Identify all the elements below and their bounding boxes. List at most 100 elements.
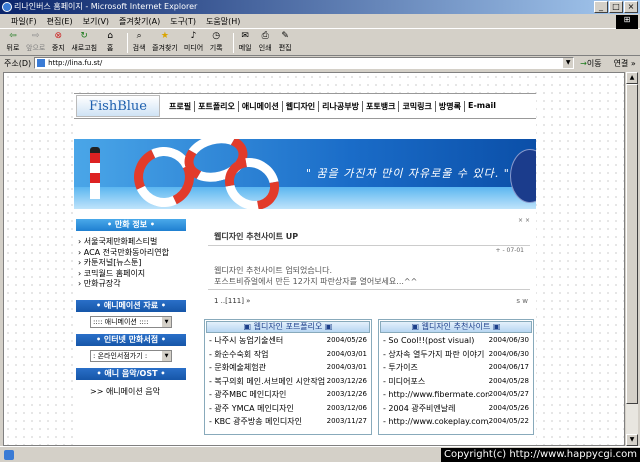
- search-icon: ⌕: [136, 31, 142, 41]
- forward-button[interactable]: ⇨ 앞으로: [26, 30, 45, 53]
- bookstore-title: • 인터넷 만화서점 •: [76, 333, 186, 346]
- favorites-icon: ★: [160, 31, 169, 41]
- nav-portfolio[interactable]: 포트폴리오: [195, 100, 239, 112]
- address-dropdown-button[interactable]: ▼: [563, 58, 574, 68]
- nav-comiclink[interactable]: 코믹링크: [399, 100, 436, 112]
- nav-photobank[interactable]: 포토뱅크: [363, 100, 400, 112]
- maximize-button[interactable]: □: [609, 1, 623, 13]
- home-button[interactable]: ⌂ 홈: [103, 30, 117, 53]
- post-close-controls[interactable]: × ×: [518, 217, 530, 224]
- list-item[interactable]: - 상자속 열두가지 파란 이야기 2004/06/30: [379, 348, 533, 362]
- menu-favorites[interactable]: 즐겨찾기(A): [114, 16, 165, 27]
- page-icon: [37, 59, 46, 67]
- post-title[interactable]: 웹디자인 추천사이트 UP: [214, 231, 298, 242]
- edit-button[interactable]: ✎ 편집: [278, 30, 292, 53]
- refresh-button[interactable]: ↻ 새로고침: [71, 30, 97, 53]
- address-url: http://lina.fu.st/: [48, 59, 103, 67]
- list-item[interactable]: - 복구의회 메인.서브메인 시안작업 2003/12/26: [205, 375, 371, 389]
- banner-slogan: " 꿈을 가진자 만이 자유로울 수 있다. ": [306, 167, 510, 180]
- comic-info-title: • 만화 정보 •: [76, 219, 186, 231]
- left-sidebar: • 만화 정보 • › 서울국제만화페스티벌 › ACA 전국만화동아리연합 ›…: [76, 219, 186, 400]
- bookstore-select[interactable]: : 온라인서점가기 : ▼: [90, 349, 172, 362]
- print-button[interactable]: ⎙ 인쇄: [258, 30, 272, 53]
- list-item[interactable]: - 투가이즈 2004/06/17: [379, 361, 533, 375]
- menu-view[interactable]: 보기(V): [78, 16, 114, 27]
- print-icon: ⎙: [261, 31, 269, 41]
- post-pager[interactable]: 1 ..[111] »: [214, 297, 250, 305]
- list-item[interactable]: - 화순수숙회 작업 2004/03/01: [205, 348, 371, 362]
- mail-icon: ✉: [241, 31, 249, 41]
- media-button[interactable]: ♪ 미디어: [184, 30, 203, 53]
- comic-link[interactable]: › 코믹월드 홈페이지: [78, 269, 186, 280]
- lighthouse-image: [84, 147, 106, 199]
- nav-webdesign[interactable]: 웹디자인: [283, 100, 320, 112]
- menu-edit[interactable]: 편집(E): [42, 16, 78, 27]
- menu-file[interactable]: 파일(F): [6, 16, 42, 27]
- list-item[interactable]: - 문화예술체험관 2004/03/01: [205, 361, 371, 375]
- scroll-up-button[interactable]: ▲: [626, 72, 638, 84]
- list-item[interactable]: - http://www.fibermate.com/...2004/05/27: [379, 388, 533, 402]
- portfolio-box: ▣ 웹디자인 포트폴리오 ▣ - 나주시 농업기술센터 2004/05/26 - …: [204, 319, 372, 435]
- menu-bar: 파일(F) 편집(E) 보기(V) 즐겨찾기(A) 도구(T) 도움말(H): [0, 14, 640, 29]
- divider: [208, 289, 530, 290]
- nav-animation[interactable]: 애니메이션: [239, 100, 283, 112]
- site-header: FishBlue 프로필 포트폴리오 애니메이션 웹디자인 리나공부방 포토뱅크…: [74, 93, 536, 119]
- list-item[interactable]: - http://www.cokeplay.com/2004/05/22: [379, 415, 533, 429]
- edit-icon: ✎: [281, 31, 289, 41]
- scroll-down-button[interactable]: ▼: [626, 434, 638, 446]
- favorites-button[interactable]: ★ 즐겨찾기: [152, 30, 178, 53]
- menu-help[interactable]: 도움말(H): [201, 16, 245, 27]
- forward-arrow-icon: ⇨: [31, 31, 40, 41]
- mail-button[interactable]: ✉ 메일: [238, 30, 252, 53]
- site-logo[interactable]: FishBlue: [76, 95, 160, 117]
- nav-email[interactable]: E-mail: [465, 101, 499, 112]
- address-input[interactable]: http://lina.fu.st/ ▼: [34, 57, 575, 69]
- site-nav: 프로필 포트폴리오 애니메이션 웹디자인 리나공부방 포토뱅크 코믹링크 방명록…: [166, 100, 499, 112]
- stop-button[interactable]: ⊗ 중지: [51, 30, 65, 53]
- scroll-thumb[interactable]: [626, 84, 638, 404]
- list-item[interactable]: - 광주MBC 메인디자인 2003/12/26: [205, 388, 371, 402]
- ost-link[interactable]: >> 애니메이션 음악: [76, 384, 186, 400]
- nav-guestbook[interactable]: 방명록: [436, 100, 465, 112]
- list-item[interactable]: - 2004 광주비엔날레 2004/05/26: [379, 402, 533, 416]
- chevron-down-icon: ▼: [162, 316, 171, 327]
- list-item[interactable]: - 나주시 농업기술센터 2004/05/26: [205, 334, 371, 348]
- window-title: 리나인버스 홈페이지 - Microsoft Internet Explorer: [14, 2, 198, 11]
- comic-link[interactable]: › 카툰저널[뉴스툰]: [78, 258, 186, 269]
- post-date: + - 07-01: [495, 247, 524, 254]
- recommend-title[interactable]: ▣ 웹디자인 추천사이트 ▣: [380, 321, 532, 333]
- ost-title: • 애니 음악/OST •: [76, 367, 186, 380]
- window-title-bar[interactable]: 리나인버스 홈페이지 - Microsoft Internet Explorer…: [0, 0, 640, 14]
- address-bar: 주소(D) http://lina.fu.st/ ▼ →이동 연결 »: [0, 56, 640, 70]
- go-button[interactable]: →이동: [580, 58, 601, 69]
- list-item[interactable]: - So Cool!!(post visual) 2004/06/30: [379, 334, 533, 348]
- close-button[interactable]: ×: [624, 1, 638, 13]
- chevron-down-icon: ▼: [162, 350, 171, 361]
- page-viewport: FishBlue 프로필 포트폴리오 애니메이션 웹디자인 리나공부방 포토뱅크…: [3, 72, 625, 446]
- comic-link[interactable]: › ACA 전국만화동아리연합: [78, 248, 186, 259]
- nav-profile[interactable]: 프로필: [166, 100, 196, 112]
- minimize-button[interactable]: _: [594, 1, 608, 13]
- list-item[interactable]: - 광주 YMCA 메인디자인 2003/12/06: [205, 402, 371, 416]
- list-item[interactable]: - KBC 광주방송 메인디자인 2003/11/27: [205, 415, 371, 429]
- portfolio-title[interactable]: ▣ 웹디자인 포트폴리오 ▣: [206, 321, 370, 333]
- ie-logo-icon: [2, 2, 12, 12]
- back-button[interactable]: ⇦ 뒤로: [6, 30, 20, 53]
- copyright-watermark: Copyright(c) http://www.happycgi.com: [440, 448, 640, 462]
- list-item[interactable]: - 미디어포스 2004/05/28: [379, 375, 533, 389]
- animation-select[interactable]: :::: 애니메이션 :::: ▼: [90, 315, 172, 328]
- media-icon: ♪: [190, 31, 197, 41]
- notice-post: × × 웹디자인 추천사이트 UP + - 07-01 웹디자인 추천사이트 업…: [204, 217, 534, 311]
- nav-study[interactable]: 리나공부방: [319, 100, 363, 112]
- toolbar-separator: [233, 33, 235, 53]
- comic-link[interactable]: › 서울국제만화페스티벌: [78, 237, 186, 248]
- history-button[interactable]: ◷ 기록: [209, 30, 223, 53]
- search-button[interactable]: ⌕ 검색: [132, 30, 146, 53]
- menu-tools[interactable]: 도구(T): [165, 16, 201, 27]
- animation-data-title: • 애니메이션 자료 •: [76, 299, 186, 312]
- post-tools[interactable]: s w: [516, 297, 528, 305]
- vertical-scrollbar[interactable]: ▲ ▼: [626, 72, 638, 446]
- comic-link[interactable]: › 만화규장각: [78, 279, 186, 290]
- refresh-icon: ↻: [80, 31, 88, 41]
- links-button[interactable]: 연결 »: [614, 58, 636, 69]
